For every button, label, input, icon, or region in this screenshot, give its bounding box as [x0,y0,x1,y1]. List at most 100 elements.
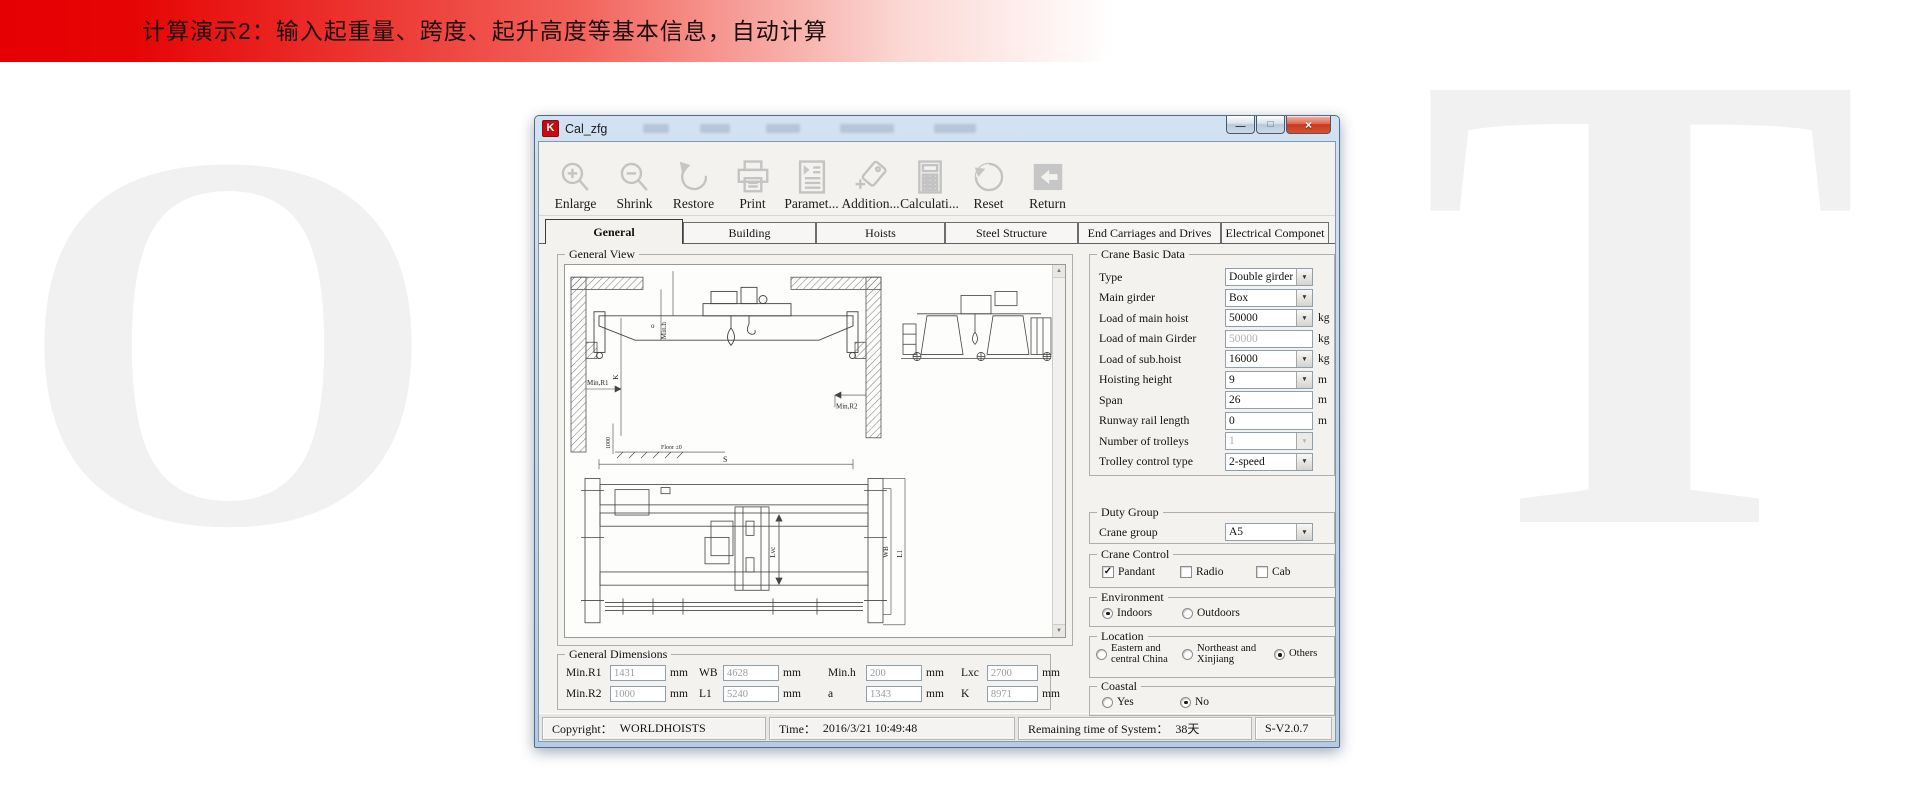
hoisting-height-select[interactable]: ▼ [1225,371,1313,389]
chevron-down-icon[interactable]: ▼ [1296,351,1312,367]
load-sub-hoist-value[interactable] [1226,351,1296,367]
tab-hoists[interactable]: Hoists [816,222,945,243]
group-title: Location [1097,629,1148,643]
k-input [988,687,1037,701]
crane-group-value[interactable] [1226,524,1296,540]
radio-checkbox[interactable]: Radio [1180,566,1256,578]
minimize-button[interactable]: — [1226,116,1255,134]
field-row-runway-rail-length: Runway rail length m [1090,411,1334,432]
radio-selected-icon [1180,697,1191,708]
main-girder-select[interactable]: ▼ [1225,289,1313,307]
additional-button[interactable]: Addition... [842,160,899,212]
field-label: Min.R2 [566,688,606,700]
min-h-input [867,666,921,680]
field-label: L1 [699,688,719,700]
pandant-checkbox[interactable]: ✓Pandant [1102,566,1180,578]
status-time: Time： 2016/3/21 10:49:48 [769,717,1015,740]
chevron-down-icon[interactable]: ▼ [1296,454,1312,470]
span-value[interactable] [1226,392,1312,408]
runway-rail-length-field[interactable] [1225,412,1313,430]
load-main-hoist-select[interactable]: ▼ [1225,309,1313,327]
coastal-yes-radio[interactable]: Yes [1102,696,1180,708]
restore-button[interactable]: Restore [665,160,722,212]
close-button[interactable]: × [1286,116,1331,134]
type-select[interactable]: ▼ [1225,268,1313,286]
chevron-down-icon[interactable]: ▼ [1296,524,1312,540]
scroll-down-icon[interactable]: ▼ [1053,624,1065,637]
hoisting-height-value[interactable] [1226,372,1296,388]
tab-general[interactable]: General [545,219,683,244]
right-panel: Crane Basic Data Type ▼ Main girder ▼ [1089,244,1335,714]
status-bar: Copyright： WORLDHOISTS Time： 2016/3/21 1… [539,713,1335,742]
chevron-down-icon[interactable]: ▼ [1296,372,1312,388]
calculation-button[interactable]: Calculati... [901,160,958,212]
titlebar-ghost-text [766,124,800,133]
field-row-main-girder: Main girder ▼ [1090,288,1334,309]
tab-electrical-component[interactable]: Electrical Componet [1221,222,1329,243]
field-unit: mm [926,667,944,679]
load-main-hoist-value[interactable] [1226,310,1296,326]
maximize-button[interactable]: □ [1256,116,1285,134]
radio-unselected-icon [1182,649,1193,660]
field-unit: mm [926,688,944,700]
trolley-control-type-value[interactable] [1226,454,1296,470]
scroll-up-icon[interactable]: ▲ [1053,265,1065,278]
app-logo-icon: K [542,120,559,137]
chevron-down-icon[interactable]: ▼ [1296,290,1312,306]
load-sub-hoist-select[interactable]: ▼ [1225,350,1313,368]
field-label: Main girder [1099,290,1225,305]
span-field[interactable] [1225,391,1313,409]
trolley-control-type-select[interactable]: ▼ [1225,453,1313,471]
window-title: Cal_zfg [565,122,607,136]
toolbar-label: Shrink [616,196,652,212]
eastern-central-china-radio[interactable]: Eastern and central China [1096,644,1182,665]
load-main-girder-field [1225,330,1313,348]
type-value[interactable] [1226,269,1296,285]
toolbar-label: Print [739,196,765,212]
toolbar-label: Return [1029,196,1066,212]
dim-field-wb: WB mm [699,665,828,681]
crane-basic-data-group: Crane Basic Data Type ▼ Main girder ▼ [1089,254,1335,476]
chevron-down-icon[interactable]: ▼ [1296,310,1312,326]
minimize-icon: — [1236,122,1246,132]
radio-selected-icon [1274,649,1285,660]
general-dimensions-group: General Dimensions Min.R1 mm WB mm [557,654,1051,710]
radio-unselected-icon [1102,697,1113,708]
field-unit: kg [1318,353,1330,365]
toolbar-label: Restore [673,196,714,212]
general-tab-content: General View [539,244,1335,713]
dim-field-min-h: Min.h mm [828,665,961,681]
cab-checkbox[interactable]: Cab [1256,566,1291,578]
reset-button[interactable]: Reset [960,160,1017,212]
field-row-load-main-girder: Load of main Girder kg [1090,329,1334,350]
environment-group: Environment Indoors Outdoors [1089,597,1335,627]
parameters-button[interactable]: Paramet... [783,160,840,212]
window-titlebar[interactable]: K Cal_zfg — □ × [538,116,1336,141]
radio-unselected-icon [1096,649,1107,660]
coastal-no-radio[interactable]: No [1180,696,1209,708]
field-label: K [961,688,983,700]
group-title: Crane Basic Data [1097,247,1189,261]
return-button[interactable]: Return [1019,160,1076,212]
toolbar: Enlarge Shrink Restore Print Paramet... [539,142,1335,216]
status-copyright: Copyright： WORLDHOISTS [542,717,766,740]
tab-building[interactable]: Building [683,222,816,243]
enlarge-button[interactable]: Enlarge [547,160,604,212]
status-remaining-time: Remaining time of System： 38天 [1018,717,1252,740]
runway-rail-length-value[interactable] [1226,413,1312,429]
canvas-vertical-scrollbar[interactable]: ▲ ▼ [1052,265,1065,637]
print-button[interactable]: Print [724,160,781,212]
tab-end-carriages[interactable]: End Carriages and Drives [1078,222,1221,243]
tab-steel-structure[interactable]: Steel Structure [945,222,1078,243]
field-unit: mm [670,688,688,700]
others-radio[interactable]: Others [1274,649,1317,660]
indoors-radio[interactable]: Indoors [1102,607,1182,619]
northeast-xinjiang-radio[interactable]: Northeast and Xinjiang [1182,644,1274,665]
main-girder-value[interactable] [1226,290,1296,306]
shrink-button[interactable]: Shrink [606,160,663,212]
dim-field-lxc: Lxc mm [961,665,1060,681]
outdoors-radio[interactable]: Outdoors [1182,607,1240,619]
chevron-down-icon[interactable]: ▼ [1296,269,1312,285]
app-window: K Cal_zfg — □ × Enlarge Sh [534,115,1340,748]
crane-group-select[interactable]: ▼ [1225,523,1313,541]
